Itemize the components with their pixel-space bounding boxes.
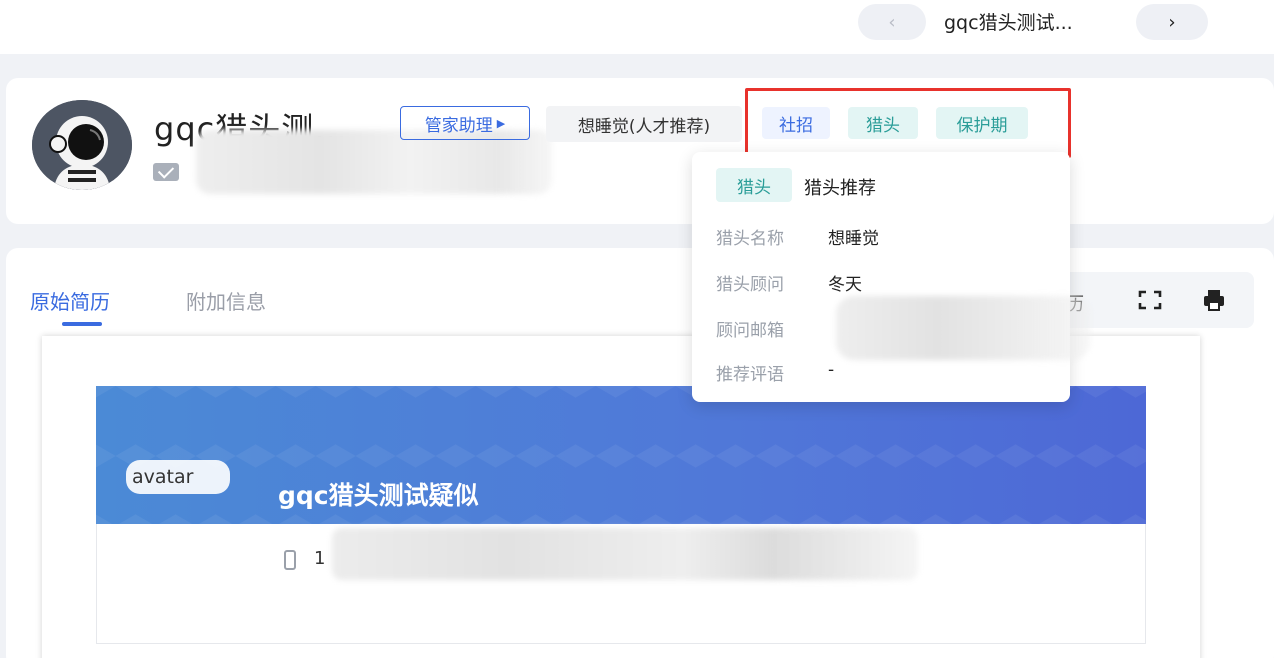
nav-candidate-title: gqc猎头测试... bbox=[944, 12, 1073, 34]
consultant-email-label: 顾问邮箱 bbox=[716, 321, 784, 341]
resume-banner bbox=[96, 386, 1146, 524]
hunter-consultant-value: 冬天 bbox=[828, 275, 862, 295]
chevron-right-icon: › bbox=[1168, 11, 1176, 33]
top-nav-bar bbox=[0, 0, 1274, 54]
resume-avatar-image: avatar bbox=[126, 460, 230, 494]
hunter-name-value: 想睡觉 bbox=[828, 229, 879, 249]
chevron-left-icon: ‹ bbox=[888, 11, 896, 33]
astronaut-icon bbox=[32, 100, 132, 190]
tab-additional-info[interactable]: 附加信息 bbox=[186, 286, 266, 315]
butler-assistant-label: 管家助理 bbox=[424, 115, 493, 136]
hunter-consultant-label: 猎头顾问 bbox=[716, 275, 784, 295]
tab-original-resume[interactable]: 原始简历 bbox=[30, 286, 110, 315]
source-tag: 想睡觉(人才推荐) bbox=[546, 106, 742, 142]
active-tab-indicator bbox=[62, 322, 102, 326]
next-candidate-button[interactable]: › bbox=[1136, 4, 1208, 40]
phone-number: 1 bbox=[314, 548, 326, 569]
butler-assistant-tag[interactable]: 管家助理 ▶ bbox=[400, 106, 530, 140]
popover-tag: 猎头 bbox=[716, 168, 792, 202]
redacted-phone bbox=[332, 528, 918, 580]
resume-candidate-name: gqc猎头测试疑似 bbox=[278, 481, 479, 510]
prev-candidate-button[interactable]: ‹ bbox=[858, 4, 926, 40]
recommendation-comment-value: - bbox=[828, 360, 835, 380]
fullscreen-icon[interactable] bbox=[1138, 290, 1162, 310]
caret-right-icon: ▶ bbox=[496, 116, 506, 130]
popover-type: 猎头推荐 bbox=[804, 178, 876, 199]
redacted-email bbox=[836, 296, 1090, 360]
mail-icon bbox=[153, 163, 179, 181]
candidate-avatar bbox=[32, 100, 132, 190]
phone-icon bbox=[284, 550, 296, 570]
red-highlight-box bbox=[745, 88, 1071, 158]
print-icon[interactable] bbox=[1202, 288, 1226, 312]
recommendation-comment-label: 推荐评语 bbox=[716, 365, 784, 385]
hunter-name-label: 猎头名称 bbox=[716, 229, 784, 249]
